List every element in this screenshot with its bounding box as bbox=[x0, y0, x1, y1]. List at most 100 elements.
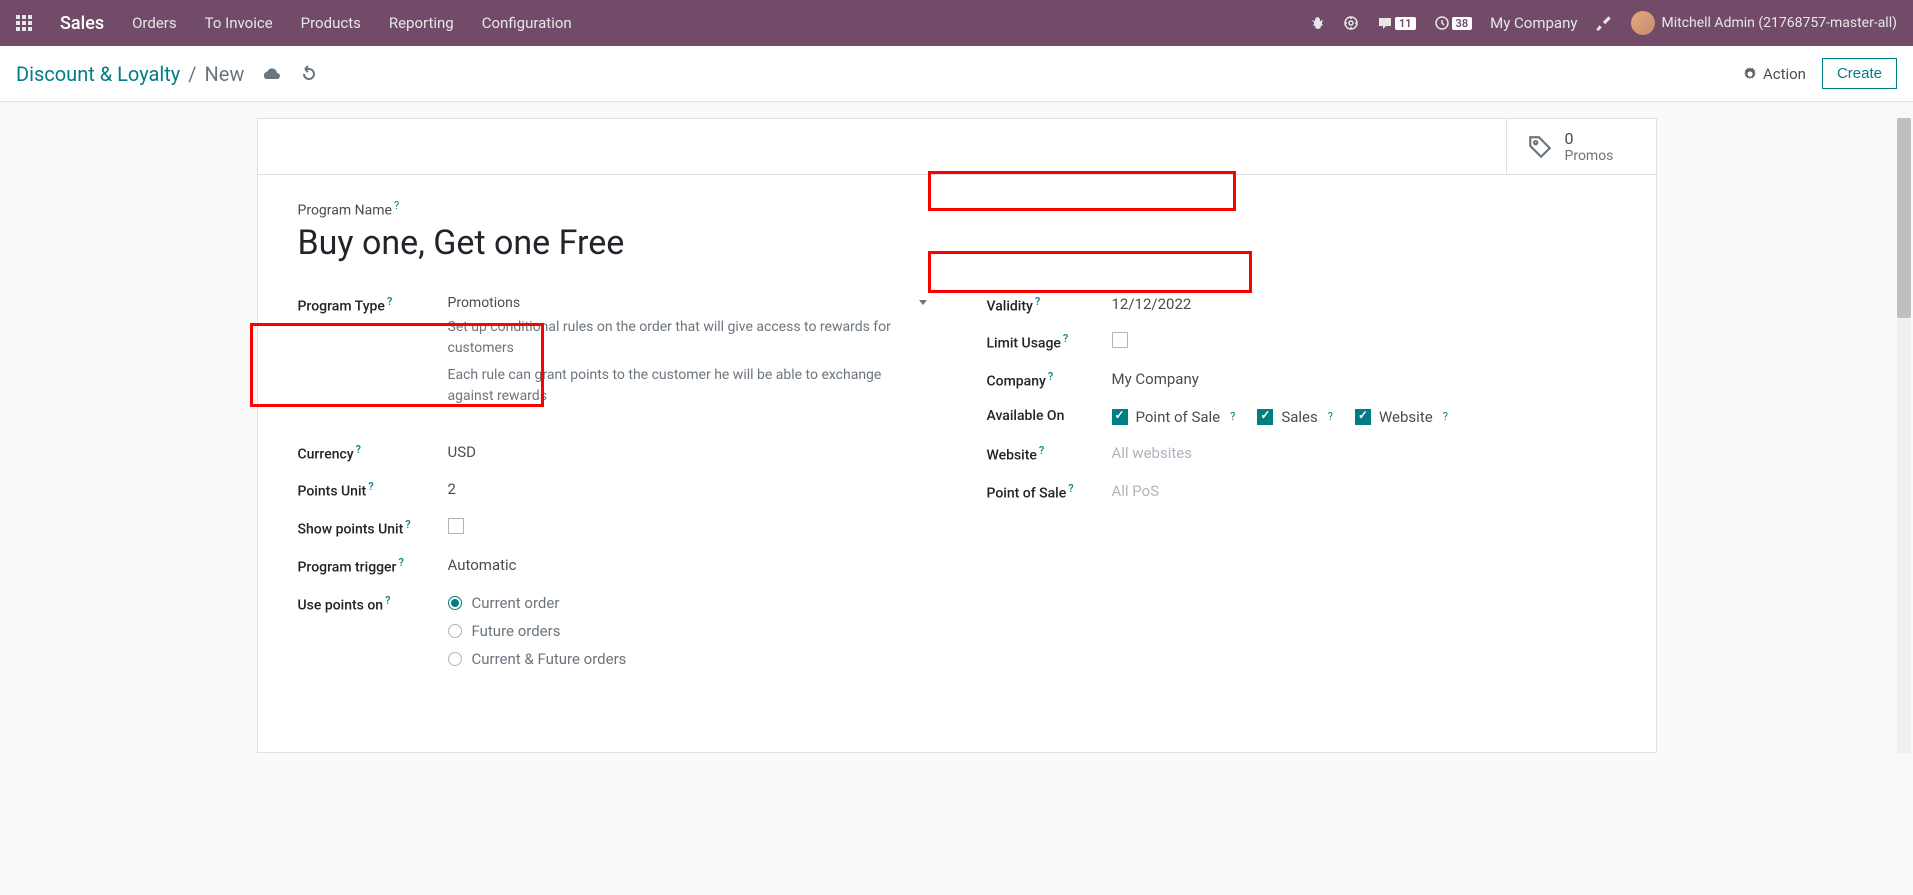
check-pos[interactable]: Point of Sale? bbox=[1112, 408, 1236, 426]
label-program-type: Program Type? bbox=[298, 291, 448, 315]
label-company: Company? bbox=[987, 366, 1112, 390]
avatar-icon bbox=[1631, 11, 1655, 35]
nav-products[interactable]: Products bbox=[301, 14, 361, 32]
checkbox-limit-usage[interactable] bbox=[1112, 332, 1128, 348]
row-currency: Currency? USD bbox=[298, 439, 927, 463]
save-cloud-icon[interactable] bbox=[262, 66, 282, 82]
user-menu[interactable]: Mitchell Admin (21768757-master-all) bbox=[1631, 11, 1897, 35]
row-validity: Validity? 12/12/2022 bbox=[987, 291, 1616, 315]
gear-icon bbox=[1743, 67, 1757, 81]
topbar-left: Sales Orders To Invoice Products Reporti… bbox=[16, 13, 572, 34]
help-text-2: Each rule can grant points to the custom… bbox=[448, 365, 927, 407]
topbar: Sales Orders To Invoice Products Reporti… bbox=[0, 0, 1913, 46]
label-use-points: Use points on? bbox=[298, 590, 448, 614]
nav-configuration[interactable]: Configuration bbox=[482, 14, 572, 32]
row-limit-usage: Limit Usage? bbox=[987, 328, 1616, 352]
tools-icon[interactable] bbox=[1595, 14, 1613, 32]
radio-icon bbox=[448, 624, 462, 638]
help-icon[interactable]: ? bbox=[394, 199, 399, 212]
row-pos: Point of Sale? All PoS bbox=[987, 478, 1616, 502]
program-name-value[interactable]: Buy one, Get one Free bbox=[298, 223, 1616, 263]
label-show-points: Show points Unit? bbox=[298, 514, 448, 538]
radio-icon bbox=[448, 596, 462, 610]
help-icon[interactable]: ? bbox=[405, 518, 410, 531]
activities-icon[interactable]: 38 bbox=[1434, 15, 1473, 31]
stat-text: 0 Promos bbox=[1565, 129, 1614, 164]
breadcrumb-parent[interactable]: Discount & Loyalty bbox=[16, 62, 180, 86]
nav-reporting[interactable]: Reporting bbox=[389, 14, 454, 32]
discard-icon[interactable] bbox=[300, 65, 318, 83]
help-icon[interactable]: ? bbox=[1068, 482, 1073, 495]
checkbox-icon bbox=[1257, 409, 1273, 425]
value-currency[interactable]: USD bbox=[448, 439, 927, 461]
row-available-on: Available On Point of Sale? Sales? Websi… bbox=[987, 404, 1616, 426]
label-website: Website? bbox=[987, 440, 1112, 464]
help-icon[interactable]: ? bbox=[385, 594, 390, 607]
help-icon[interactable]: ? bbox=[1230, 410, 1235, 423]
radio-future-orders[interactable]: Future orders bbox=[448, 622, 927, 640]
available-on-checks: Point of Sale? Sales? Website? bbox=[1112, 404, 1616, 426]
checkbox-icon bbox=[1355, 409, 1371, 425]
company-selector[interactable]: My Company bbox=[1490, 14, 1577, 32]
help-icon[interactable]: ? bbox=[1039, 444, 1044, 457]
support-icon[interactable] bbox=[1343, 15, 1359, 31]
activities-badge: 38 bbox=[1452, 17, 1473, 30]
row-points-unit: Points Unit? 2 bbox=[298, 476, 927, 500]
form-sheet: 0 Promos Program Name? Buy one, Get one … bbox=[257, 118, 1657, 753]
help-icon[interactable]: ? bbox=[387, 295, 392, 308]
tag-icon bbox=[1527, 134, 1553, 160]
value-website[interactable]: All websites bbox=[1112, 440, 1616, 462]
help-icon[interactable]: ? bbox=[1048, 370, 1053, 383]
nav-orders[interactable]: Orders bbox=[132, 14, 177, 32]
stat-value: 0 bbox=[1565, 129, 1614, 148]
row-program-type: Program Type? Promotions Set up conditio… bbox=[298, 291, 927, 407]
help-icon[interactable]: ? bbox=[356, 443, 361, 456]
messages-badge: 11 bbox=[1395, 17, 1416, 30]
messages-icon[interactable]: 11 bbox=[1377, 15, 1416, 31]
value-program-trigger[interactable]: Automatic bbox=[448, 552, 927, 574]
chevron-down-icon bbox=[919, 300, 927, 305]
radio-current-order[interactable]: Current order bbox=[448, 594, 927, 612]
row-show-points: Show points Unit? bbox=[298, 514, 927, 538]
debug-icon[interactable] bbox=[1309, 15, 1325, 31]
button-box: 0 Promos bbox=[258, 119, 1656, 175]
value-company[interactable]: My Company bbox=[1112, 366, 1616, 388]
nav-to-invoice[interactable]: To Invoice bbox=[205, 14, 273, 32]
check-sales[interactable]: Sales? bbox=[1257, 408, 1333, 426]
help-icon[interactable]: ? bbox=[1035, 295, 1040, 308]
label-program-trigger: Program trigger? bbox=[298, 552, 448, 576]
stat-promos-button[interactable]: 0 Promos bbox=[1506, 119, 1656, 174]
radio-current-future-orders[interactable]: Current & Future orders bbox=[448, 650, 927, 668]
select-program-type[interactable]: Promotions bbox=[448, 291, 927, 311]
value-validity[interactable]: 12/12/2022 bbox=[1112, 291, 1616, 313]
sheet-body: Program Name? Buy one, Get one Free Prog… bbox=[258, 175, 1656, 752]
scrollbar-thumb[interactable] bbox=[1897, 118, 1911, 318]
help-icon[interactable]: ? bbox=[368, 480, 373, 493]
apps-menu-icon[interactable] bbox=[16, 15, 32, 31]
label-currency: Currency? bbox=[298, 439, 448, 463]
form-col-left: Program Type? Promotions Set up conditio… bbox=[298, 291, 927, 692]
create-button[interactable]: Create bbox=[1822, 58, 1897, 89]
help-icon[interactable]: ? bbox=[1328, 410, 1333, 423]
help-icon[interactable]: ? bbox=[399, 556, 404, 569]
help-icon[interactable]: ? bbox=[1063, 332, 1068, 345]
row-website: Website? All websites bbox=[987, 440, 1616, 464]
label-pos: Point of Sale? bbox=[987, 478, 1112, 502]
program-name-label: Program Name? bbox=[298, 199, 1616, 219]
label-points-unit: Points Unit? bbox=[298, 476, 448, 500]
help-icon[interactable]: ? bbox=[1443, 410, 1448, 423]
app-name[interactable]: Sales bbox=[60, 13, 104, 34]
row-program-trigger: Program trigger? Automatic bbox=[298, 552, 927, 576]
value-points-unit[interactable]: 2 bbox=[448, 476, 927, 498]
check-website[interactable]: Website? bbox=[1355, 408, 1448, 426]
checkbox-show-points[interactable] bbox=[448, 518, 464, 534]
value-pos[interactable]: All PoS bbox=[1112, 478, 1616, 500]
form-col-right: Validity? 12/12/2022 Limit Usage? Compan… bbox=[987, 291, 1616, 692]
control-panel: Discount & Loyalty / New Action Create bbox=[0, 46, 1913, 102]
help-text-1: Set up conditional rules on the order th… bbox=[448, 317, 927, 359]
row-use-points: Use points on? Current order Future orde… bbox=[298, 590, 927, 678]
row-company: Company? My Company bbox=[987, 366, 1616, 390]
action-dropdown[interactable]: Action bbox=[1743, 65, 1806, 83]
topbar-right: 11 38 My Company Mitchell Admin (2176875… bbox=[1309, 11, 1897, 35]
stat-label: Promos bbox=[1565, 148, 1614, 164]
